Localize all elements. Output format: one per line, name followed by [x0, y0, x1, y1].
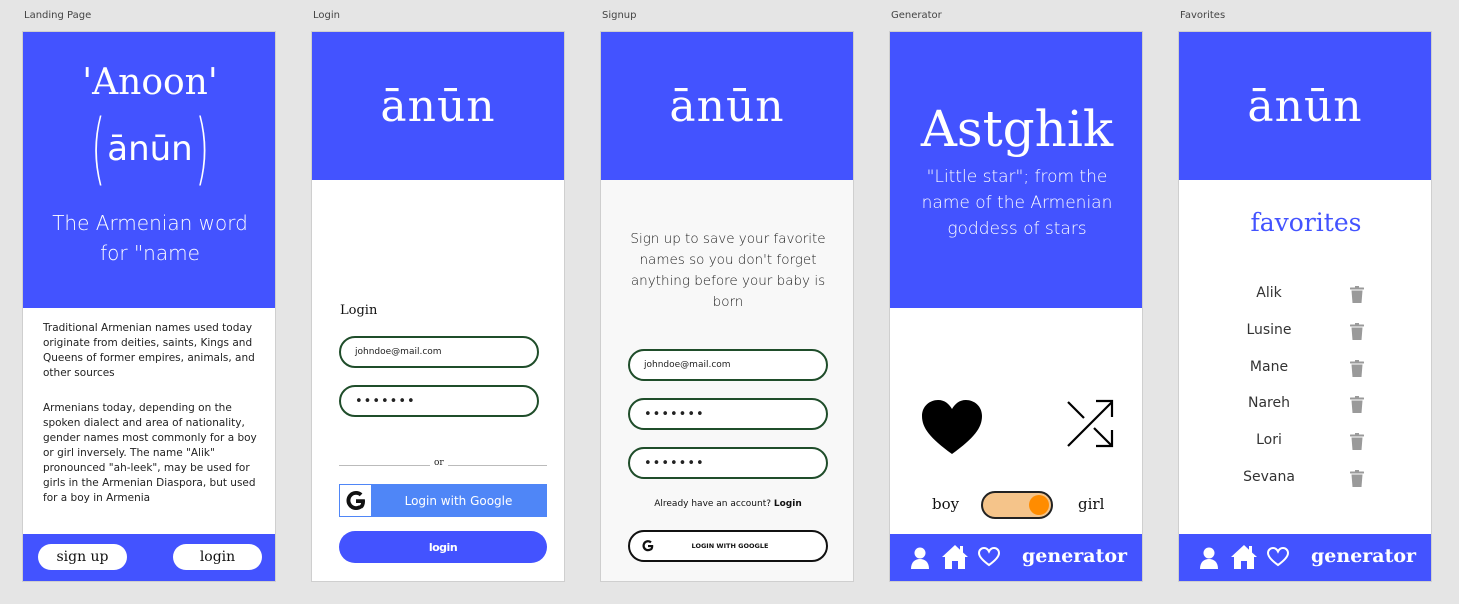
login-button[interactable]: login — [173, 544, 262, 570]
heart-icon[interactable] — [920, 398, 984, 456]
logo: ānūn — [669, 80, 785, 132]
password-field[interactable]: ••••••• — [628, 398, 828, 430]
favorite-name: Lori — [1256, 432, 1282, 449]
login-submit-button[interactable]: login — [339, 531, 547, 563]
user-icon[interactable] — [910, 547, 930, 569]
trash-icon[interactable] — [1350, 433, 1364, 451]
generated-name: Astghik — [920, 100, 1114, 158]
favorite-name: Alik — [1256, 285, 1282, 301]
google-login-label: Login with Google — [404, 493, 513, 508]
gender-toggle[interactable] — [981, 491, 1053, 519]
logo: ānūn — [380, 80, 496, 132]
already-account-label: Already have an account? — [654, 499, 772, 509]
favorites-heading: favorites — [1250, 208, 1362, 237]
frame-title-landing: Landing Page — [24, 10, 92, 21]
password-field[interactable]: ••••••• — [339, 385, 539, 417]
toggle-knob — [1029, 495, 1049, 515]
already-account-text: Already have an account? Login — [601, 499, 853, 509]
frame-title-login: Login — [313, 10, 340, 21]
confirm-password-field[interactable]: ••••••• — [628, 447, 828, 479]
login-link[interactable]: Login — [774, 499, 802, 509]
frame-title-signup: Signup — [602, 10, 637, 21]
favorites-screen: ānūn favorites Alik Lusine Mane Nareh Lori Se… — [1178, 31, 1432, 582]
landing-paragraph-2: Armenians today, depending on the spoken… — [43, 402, 257, 504]
frame-title-favorites: Favorites — [1180, 10, 1226, 21]
landing-paragraph-1: Traditional Armenian names used today or… — [43, 322, 255, 379]
landing-screen: 'Anoon' ( ānūn ) The Armenian word for "… — [22, 31, 276, 582]
google-login-button[interactable]: Login with Google — [339, 484, 547, 517]
landing-bottom-bar: sign up login — [23, 534, 275, 581]
landing-title: 'Anoon' — [82, 62, 218, 103]
google-icon — [340, 485, 371, 516]
favorite-name: Sevana — [1243, 469, 1295, 485]
logo: ānūn — [1247, 80, 1363, 132]
trash-icon[interactable] — [1350, 322, 1364, 340]
nav-generator[interactable]: generator — [1022, 545, 1127, 567]
open-paren: ( — [91, 104, 105, 194]
google-signup-label: LOGIN WITH GOOGLE — [691, 542, 769, 550]
signup-screen: ānūn Sign up to save your favorite names… — [600, 31, 854, 582]
favorite-name: Lusine — [1246, 321, 1292, 338]
landing-hero: 'Anoon' ( ānūn ) The Armenian word for "… — [23, 32, 275, 308]
girl-label: girl — [1078, 495, 1105, 513]
trash-icon[interactable] — [1350, 359, 1364, 377]
landing-phonetic: ( ānūn ) — [23, 104, 275, 194]
home-icon[interactable] — [1230, 544, 1258, 570]
google-icon — [641, 539, 655, 553]
name-meaning: "Little star"; from the name of the Arme… — [921, 167, 1113, 239]
heart-outline-icon[interactable] — [1266, 546, 1290, 567]
generator-bottom-bar: generator — [890, 534, 1142, 581]
trash-icon[interactable] — [1350, 286, 1364, 303]
boy-label: boy — [932, 495, 960, 513]
email-field[interactable]: johndoe@mail.com — [339, 336, 539, 368]
login-heading: Login — [340, 303, 378, 318]
email-field[interactable]: johndoe@mail.com — [628, 349, 828, 381]
shuffle-icon[interactable] — [1066, 398, 1114, 448]
login-header: ānūn — [312, 32, 564, 180]
generator-screen: Astghik "Little star"; from the name of … — [889, 31, 1143, 582]
landing-subtitle: The Armenian word for "name — [52, 211, 248, 265]
trash-icon[interactable] — [1350, 396, 1364, 414]
heart-outline-icon[interactable] — [977, 546, 1001, 567]
signup-message: Sign up to save your favorite names so y… — [630, 231, 826, 310]
signup-header: ānūn — [601, 32, 853, 180]
favorites-header: ānūn — [1179, 32, 1431, 180]
phonetic-text: ānūn — [107, 129, 193, 169]
close-paren: ) — [195, 104, 209, 194]
nav-generator[interactable]: generator — [1311, 545, 1416, 567]
frame-title-generator: Generator — [891, 10, 942, 21]
favorites-bottom-bar: generator — [1179, 534, 1431, 581]
or-label: or — [430, 458, 448, 468]
generator-hero: Astghik "Little star"; from the name of … — [890, 32, 1142, 308]
google-signup-button[interactable]: LOGIN WITH GOOGLE — [628, 530, 828, 562]
user-icon[interactable] — [1199, 547, 1219, 569]
login-screen: ānūn Login johndoe@mail.com ••••••• or L… — [311, 31, 565, 582]
home-icon[interactable] — [941, 544, 969, 570]
favorite-name: Mane — [1249, 358, 1289, 375]
favorite-name: Nareh — [1248, 395, 1290, 412]
trash-icon[interactable] — [1350, 470, 1364, 487]
signup-button[interactable]: sign up — [38, 544, 127, 570]
